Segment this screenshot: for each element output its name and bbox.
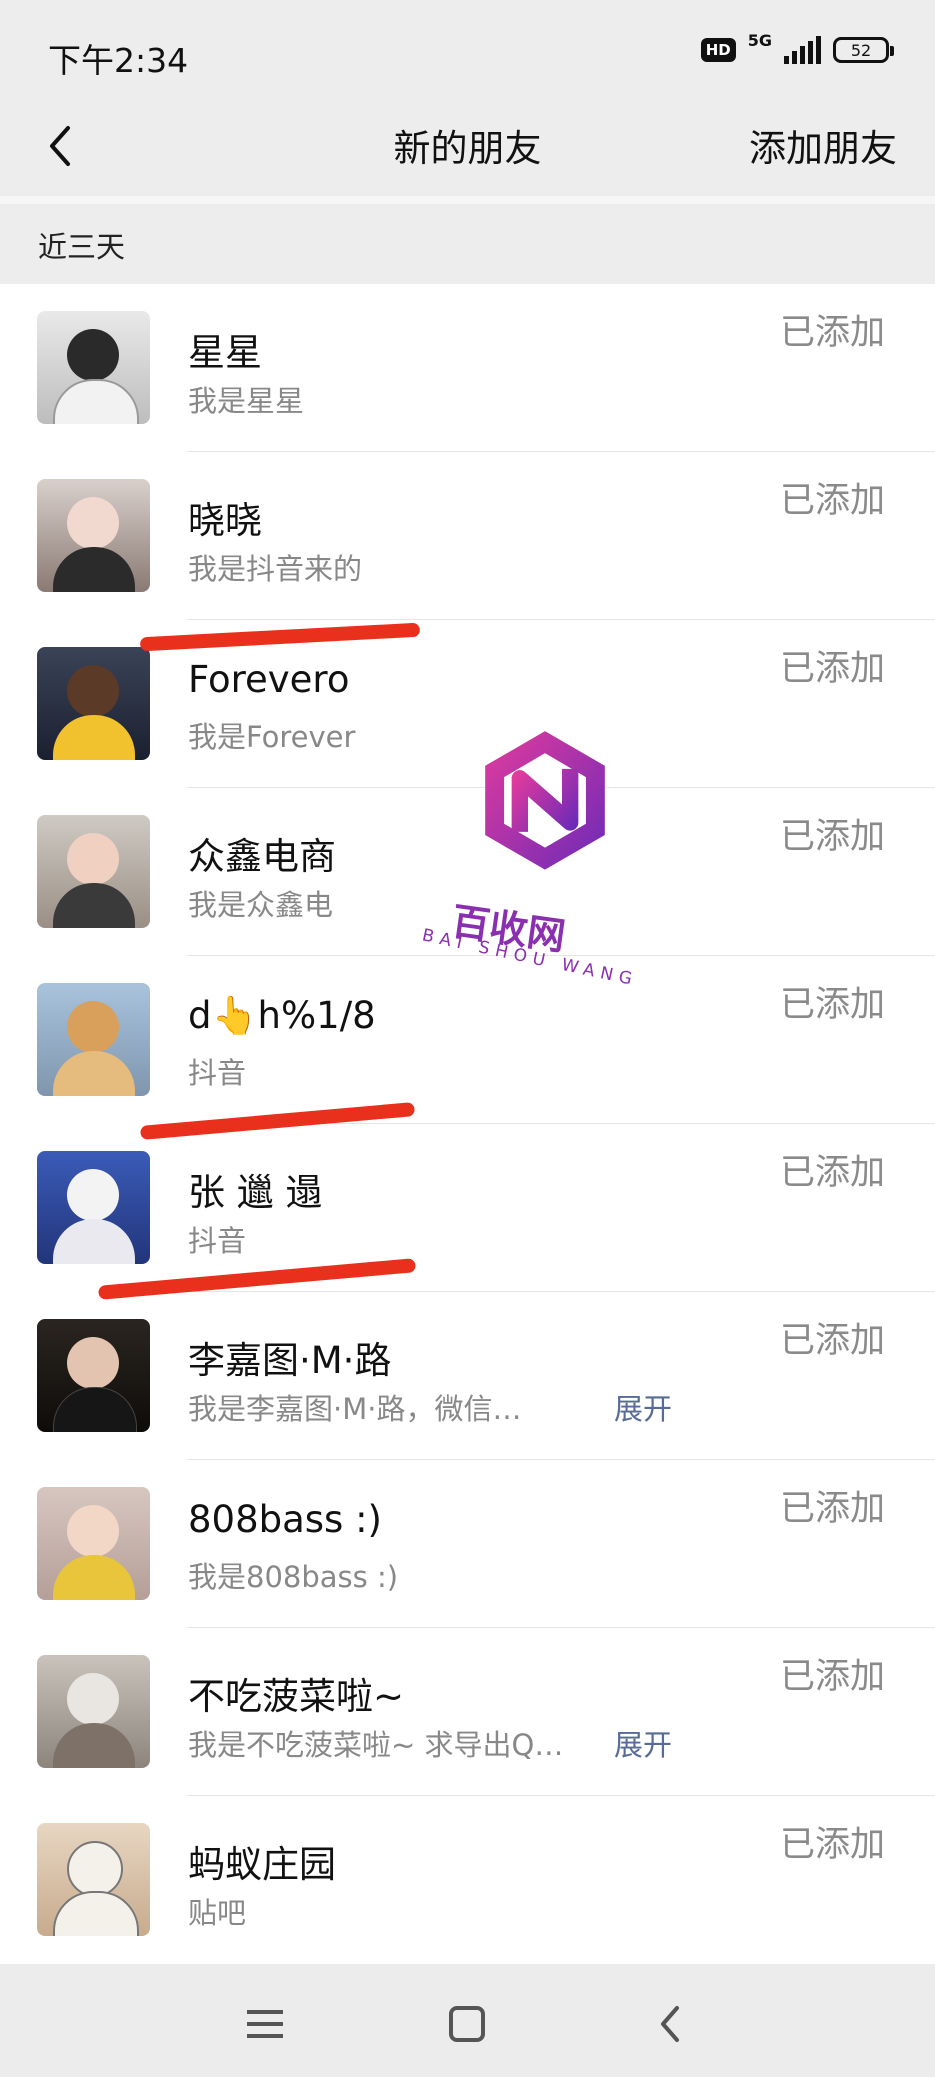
- menu-button[interactable]: [235, 1994, 295, 2054]
- avatar: [37, 479, 150, 592]
- system-back-button[interactable]: [640, 1994, 700, 2054]
- friend-message: 我是众鑫电: [188, 888, 334, 922]
- network-type: 5G: [747, 30, 772, 50]
- status-added: 已添加: [780, 1825, 886, 1865]
- friend-name: 星星: [188, 331, 262, 374]
- status-bar: 下午2:34 HD 5G 52: [0, 0, 935, 104]
- friend-name: d👆h%1/8: [188, 994, 376, 1037]
- avatar: [37, 1655, 150, 1768]
- battery-icon: 52: [833, 37, 894, 63]
- friend-message: 我是不吃菠菜啦~ 求导出Q…: [188, 1728, 564, 1762]
- avatar: [37, 1823, 150, 1936]
- chevron-left-icon: [50, 126, 70, 166]
- expand-link[interactable]: 展开: [614, 1386, 672, 1428]
- friend-message: 我是抖音来的: [188, 552, 363, 586]
- friend-name: 李嘉图·M·路: [188, 1339, 392, 1382]
- nav-bar: 新的朋友 添加朋友: [0, 104, 935, 196]
- list-item[interactable]: 星星 我是星星 已添加: [0, 284, 935, 452]
- status-added: 已添加: [780, 1657, 886, 1697]
- avatar: [37, 815, 150, 928]
- status-added: 已添加: [780, 1489, 886, 1529]
- friend-name: 蚂蚁庄园: [188, 1843, 336, 1886]
- signal-icon: [784, 36, 821, 64]
- friend-name: 晓晓: [188, 499, 262, 542]
- status-added: 已添加: [780, 313, 886, 353]
- avatar: [37, 311, 150, 424]
- add-friend-button[interactable]: 添加朋友: [749, 118, 897, 172]
- friend-message: 我是星星: [188, 384, 305, 418]
- friend-name: 808bass :): [188, 1498, 382, 1541]
- menu-icon: [247, 2010, 283, 2038]
- avatar: [37, 1151, 150, 1264]
- hd-icon: HD: [700, 38, 736, 62]
- list-item[interactable]: 李嘉图·M·路 我是李嘉图·M·路，微信… 展开 已添加: [0, 1292, 935, 1460]
- status-added: 已添加: [780, 1153, 886, 1193]
- back-icon: [661, 2006, 679, 2042]
- status-added: 已添加: [780, 985, 886, 1025]
- friend-list: 星星 我是星星 已添加 晓晓 我是抖音来的 已添加 Forevero 我是For…: [0, 284, 935, 1964]
- section-header: 近三天: [0, 204, 935, 284]
- avatar: [37, 983, 150, 1096]
- section-title: 近三天: [38, 230, 126, 264]
- list-item[interactable]: 808bass :) 我是808bass :) 已添加: [0, 1460, 935, 1628]
- friend-name: Forevero: [188, 658, 350, 701]
- friend-name: 不吃菠菜啦~: [188, 1675, 405, 1718]
- status-added: 已添加: [780, 817, 886, 857]
- friend-message: 我是Forever: [188, 720, 356, 754]
- friend-message: 我是李嘉图·M·路，微信…: [188, 1392, 522, 1426]
- friend-message: 我是808bass :): [188, 1560, 399, 1594]
- status-added: 已添加: [780, 649, 886, 689]
- home-button[interactable]: [437, 1994, 497, 2054]
- list-item[interactable]: 张 邋 遢 抖音 已添加: [0, 1124, 935, 1292]
- header-divider: [0, 196, 935, 204]
- status-added: 已添加: [780, 481, 886, 521]
- list-item[interactable]: 蚂蚁庄园 贴吧 已添加: [0, 1796, 935, 1964]
- status-added: 已添加: [780, 1321, 886, 1361]
- status-icons: HD 5G 52: [700, 31, 894, 64]
- expand-link[interactable]: 展开: [614, 1722, 672, 1764]
- status-time: 下午2:34: [48, 41, 189, 80]
- friend-message: 贴吧: [188, 1896, 247, 1930]
- friend-message: 抖音: [188, 1224, 247, 1258]
- avatar: [37, 1319, 150, 1432]
- watermark-logo: [485, 731, 605, 870]
- avatar: [37, 647, 150, 760]
- list-item[interactable]: 晓晓 我是抖音来的 已添加: [0, 452, 935, 620]
- home-icon: [449, 2006, 485, 2042]
- friend-message: 抖音: [188, 1056, 247, 1090]
- avatar: [37, 1487, 150, 1600]
- friend-name: 众鑫电商: [188, 835, 336, 878]
- list-item[interactable]: d👆h%1/8 抖音 已添加: [0, 956, 935, 1124]
- friend-name: 张 邋 遢: [188, 1171, 323, 1214]
- system-nav-bar: [0, 1964, 935, 2077]
- list-item[interactable]: 不吃菠菜啦~ 我是不吃菠菜啦~ 求导出Q… 展开 已添加: [0, 1628, 935, 1796]
- back-button[interactable]: [30, 116, 90, 176]
